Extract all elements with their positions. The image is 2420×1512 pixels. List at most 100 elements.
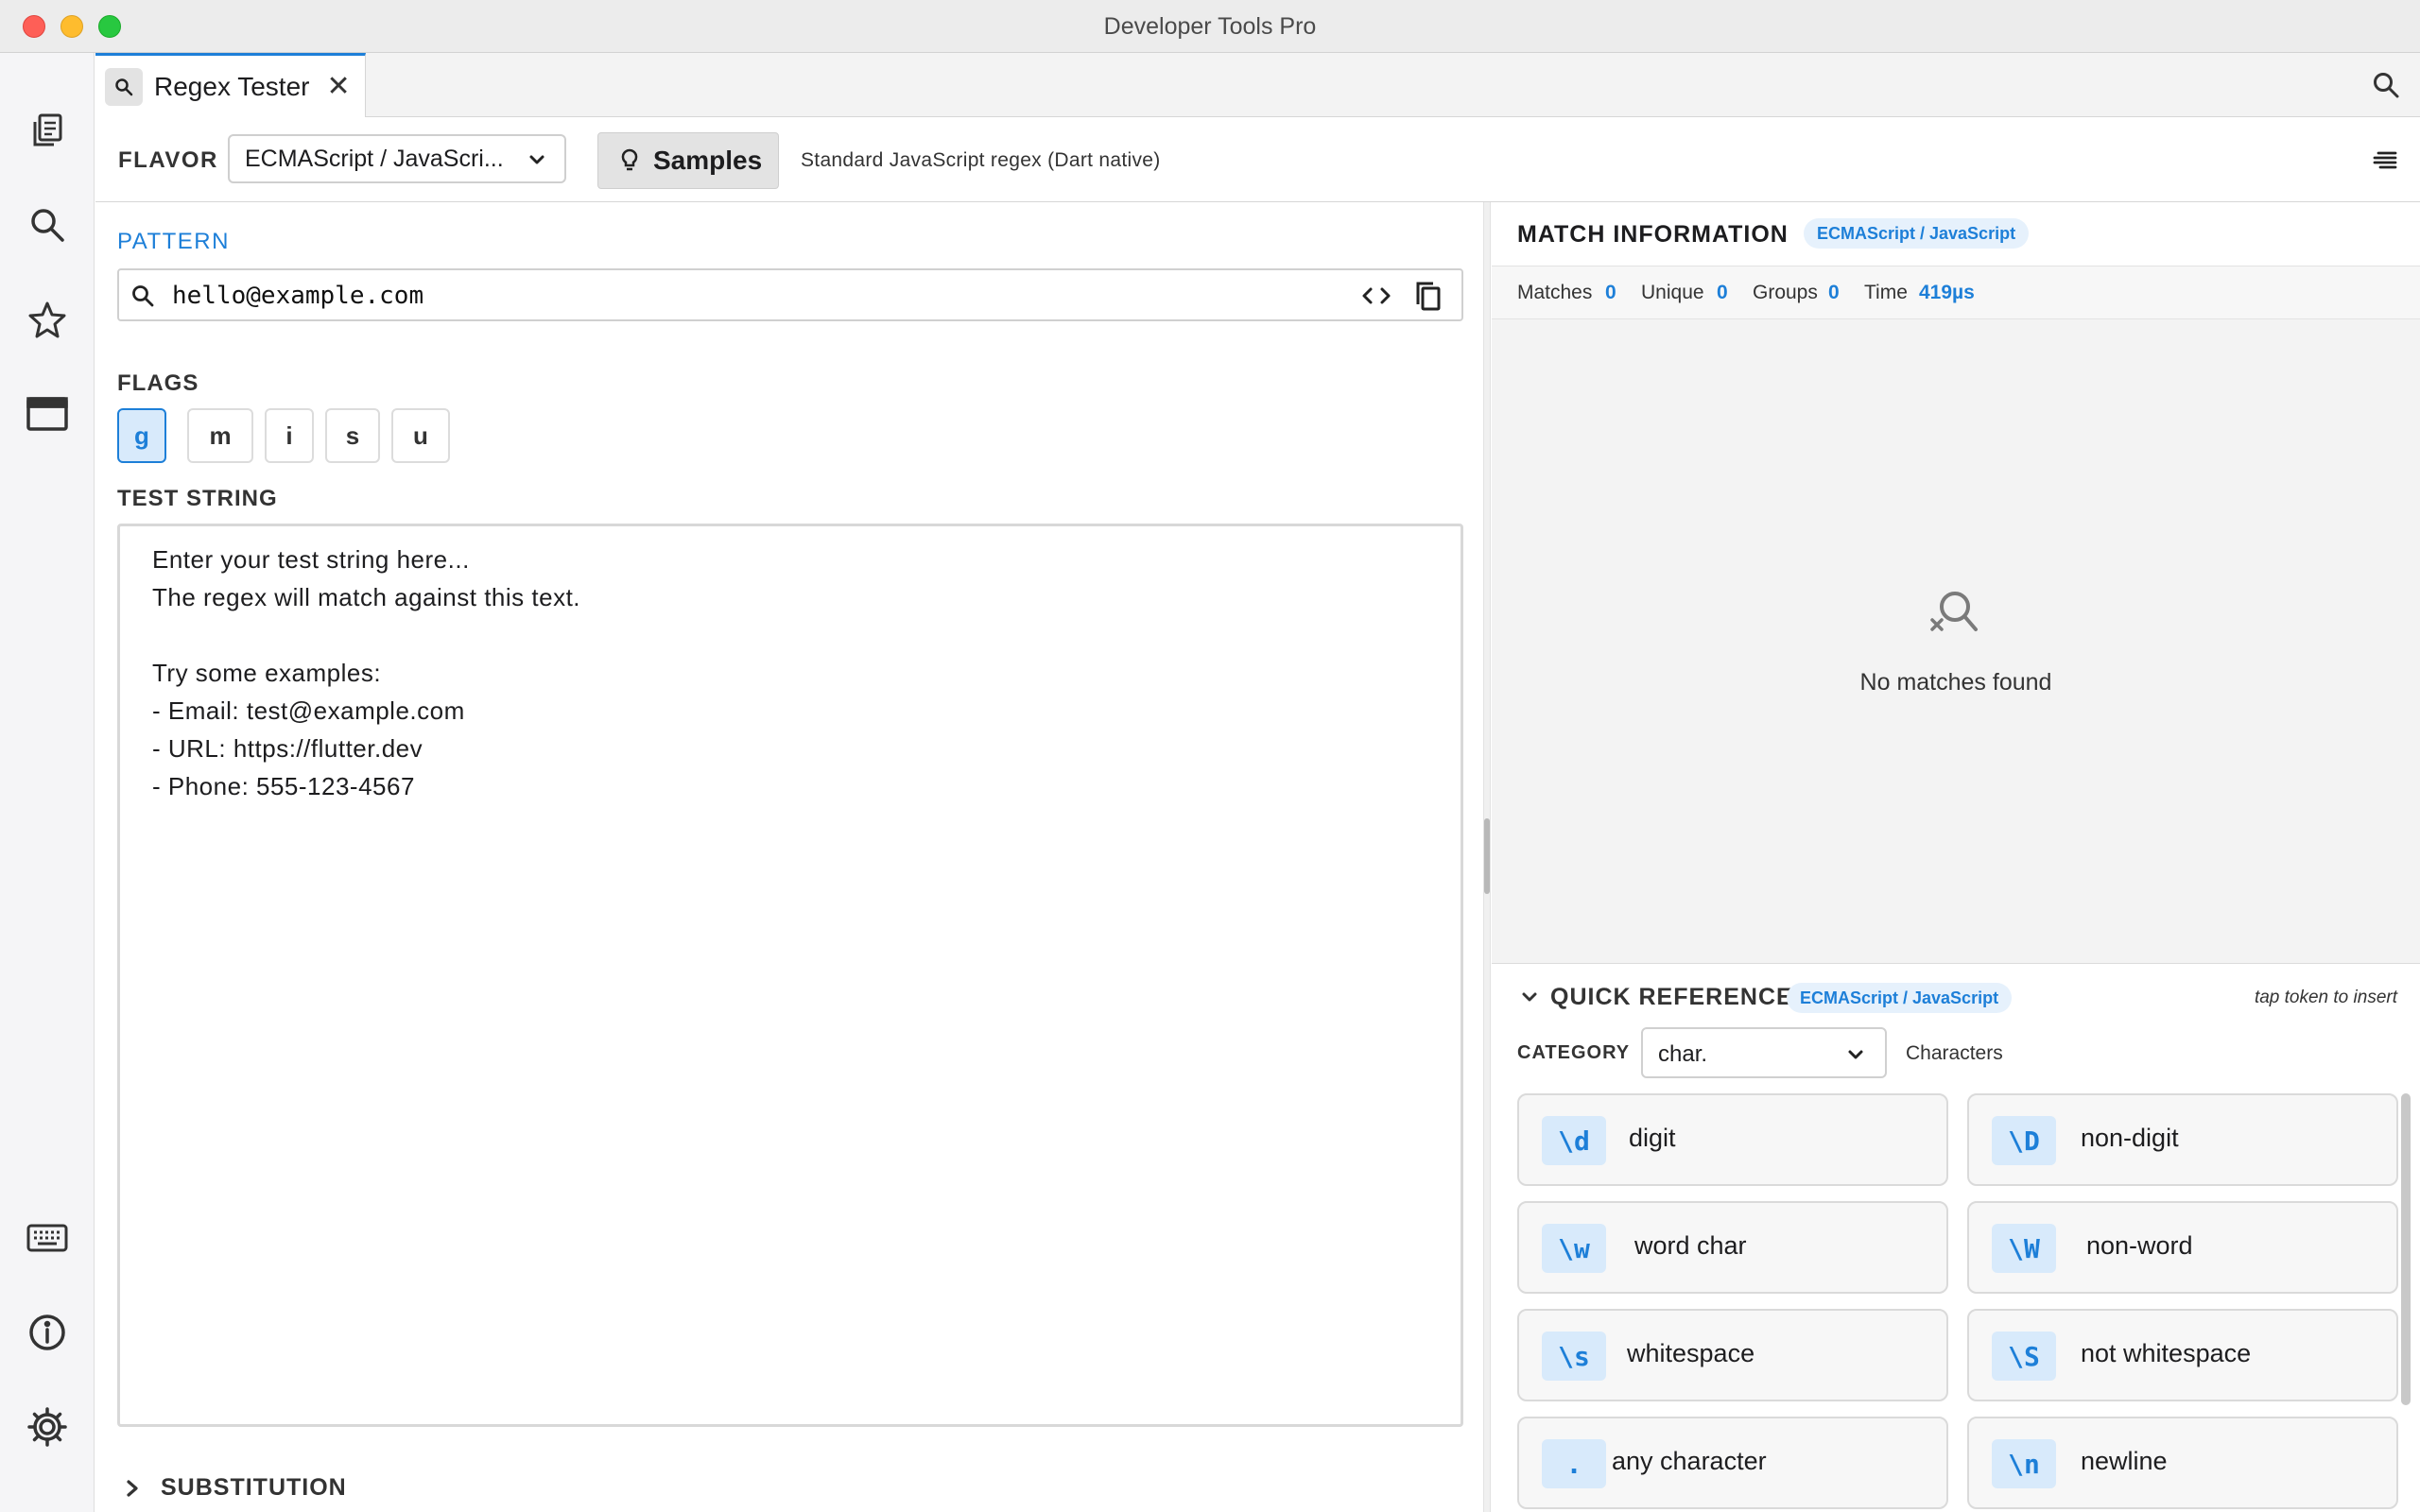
test-string-input[interactable]: Enter your test string here... The regex…: [117, 524, 1463, 1427]
token-badge: \w: [1542, 1224, 1606, 1273]
token-description: word char: [1634, 1231, 1747, 1260]
star-icon: [27, 300, 67, 339]
quick-reference-hint: tap token to insert: [2254, 988, 2397, 1007]
copy-icon[interactable]: [1414, 280, 1443, 312]
stat-time-label: Time: [1864, 282, 1908, 303]
substitution-label: SUBSTITUTION: [161, 1474, 347, 1501]
test-string-line: Enter your test string here...: [152, 545, 470, 574]
search-icon: [2372, 71, 2400, 99]
sidebar-item-info[interactable]: [21, 1306, 74, 1359]
chevron-down-icon[interactable]: [1520, 988, 1539, 1006]
quick-reference-title: QUICK REFERENCE: [1550, 984, 1793, 1010]
flag-s-toggle[interactable]: s: [325, 408, 380, 463]
tab-close-button[interactable]: ✕: [326, 73, 350, 101]
documents-icon: [28, 112, 66, 149]
token-card-non-word[interactable]: \W non-word: [1967, 1201, 2398, 1294]
search-icon: [105, 68, 143, 106]
flags-label: FLAGS: [117, 370, 199, 396]
token-description: non-digit: [2081, 1124, 2179, 1152]
chevron-down-icon: [527, 149, 547, 170]
stat-unique-value: 0: [1717, 282, 1728, 303]
token-card-any-character[interactable]: . any character: [1517, 1417, 1948, 1509]
token-card-digit[interactable]: \d digit: [1517, 1093, 1948, 1186]
category-value: char.: [1658, 1041, 1708, 1067]
token-badge: .: [1542, 1439, 1606, 1488]
token-card-newline[interactable]: \n newline: [1967, 1417, 2398, 1509]
sidebar-item-windows[interactable]: [21, 387, 74, 440]
token-badge: \D: [1992, 1116, 2056, 1165]
title-bar: Developer Tools Pro: [0, 0, 2420, 53]
search-icon: [130, 284, 155, 308]
substitution-toggle[interactable]: SUBSTITUTION: [123, 1474, 347, 1502]
flavor-value: ECMAScript / JavaScri...: [245, 145, 504, 172]
code-icon[interactable]: [1361, 282, 1392, 310]
token-description: digit: [1629, 1124, 1676, 1152]
sidebar-item-documents[interactable]: [21, 104, 74, 157]
flag-i-toggle[interactable]: i: [265, 408, 314, 463]
quick-reference-scrollbar[interactable]: [2401, 1093, 2411, 1405]
token-badge: \s: [1542, 1332, 1606, 1381]
tab-regex-tester[interactable]: Regex Tester ✕: [95, 53, 366, 118]
match-information-title: MATCH INFORMATION: [1517, 221, 1789, 248]
flavor-chip: ECMAScript / JavaScript: [1787, 983, 2013, 1013]
category-description: Characters: [1906, 1042, 2003, 1064]
quick-reference-panel: QUICK REFERENCE ECMAScript / JavaScript …: [1492, 965, 2420, 1512]
stat-groups-value: 0: [1828, 282, 1840, 303]
match-results: No matches found: [1492, 319, 2420, 964]
stat-groups-label: Groups: [1753, 282, 1818, 303]
flavor-description: Standard JavaScript regex (Dart native): [801, 149, 1161, 171]
token-card-not-whitespace[interactable]: \S not whitespace: [1967, 1309, 2398, 1401]
token-card-non-digit[interactable]: \D non-digit: [1967, 1093, 2398, 1186]
gear-icon: [26, 1406, 68, 1448]
splitter-handle[interactable]: [1484, 818, 1490, 894]
sidebar-item-favorites[interactable]: [21, 293, 74, 346]
window-title: Developer Tools Pro: [1103, 13, 1317, 40]
stat-time-value: 419µs: [1919, 282, 1975, 303]
token-description: any character: [1612, 1447, 1767, 1475]
sidebar-item-search[interactable]: [21, 198, 74, 251]
tab-label: Regex Tester: [154, 72, 310, 101]
menu-lines-icon: [2373, 150, 2397, 169]
stat-matches-label: Matches: [1517, 282, 1593, 303]
match-information-header: MATCH INFORMATION ECMAScript / JavaScrip…: [1492, 202, 2420, 266]
token-description: non-word: [2086, 1231, 2193, 1260]
category-select[interactable]: char.: [1641, 1027, 1887, 1078]
pattern-label: PATTERN: [117, 229, 230, 254]
token-description: newline: [2081, 1447, 2168, 1475]
test-string-line: - URL: https://flutter.dev: [152, 734, 424, 763]
chevron-down-icon: [1845, 1044, 1866, 1065]
token-badge: \d: [1542, 1116, 1606, 1165]
flavor-label: FLAVOR: [118, 147, 218, 173]
sidebar: [0, 53, 95, 1512]
search-icon: [28, 206, 66, 244]
search-off-icon: [1925, 586, 1981, 643]
options-menu-button[interactable]: [2363, 138, 2407, 181]
token-card-word-char[interactable]: \w word char: [1517, 1201, 1948, 1294]
stat-matches-value: 0: [1605, 282, 1616, 303]
flag-m-toggle[interactable]: m: [187, 408, 253, 463]
test-string-line: Try some examples:: [152, 659, 382, 687]
toolbar: FLAVOR ECMAScript / JavaScri... Samples …: [95, 117, 2420, 202]
sidebar-item-keyboard[interactable]: [21, 1211, 74, 1264]
chevron-right-icon: [123, 1477, 142, 1500]
samples-button[interactable]: Samples: [597, 132, 779, 189]
pattern-input[interactable]: [172, 280, 1344, 312]
token-card-whitespace[interactable]: \s whitespace: [1517, 1309, 1948, 1401]
flavor-select[interactable]: ECMAScript / JavaScri...: [228, 134, 566, 183]
window-icon: [26, 395, 69, 433]
tab-bar: Regex Tester ✕: [95, 53, 2420, 118]
keyboard-icon: [26, 1223, 68, 1253]
token-description: whitespace: [1627, 1339, 1755, 1367]
lightbulb-icon: [619, 147, 640, 174]
test-string-line: - Email: test@example.com: [152, 696, 465, 725]
flavor-chip: ECMAScript / JavaScript: [1804, 218, 2030, 249]
global-search-button[interactable]: [2365, 64, 2407, 106]
token-badge: \n: [1992, 1439, 2056, 1488]
flag-g-toggle[interactable]: g: [117, 408, 166, 463]
match-stats: Matches 0 Unique 0 Groups 0 Time 419µs: [1492, 266, 2420, 319]
pattern-field: [117, 268, 1463, 321]
flag-u-toggle[interactable]: u: [391, 408, 450, 463]
sidebar-item-settings[interactable]: [21, 1400, 74, 1453]
token-badge: \W: [1992, 1224, 2056, 1273]
info-icon: [27, 1313, 67, 1352]
